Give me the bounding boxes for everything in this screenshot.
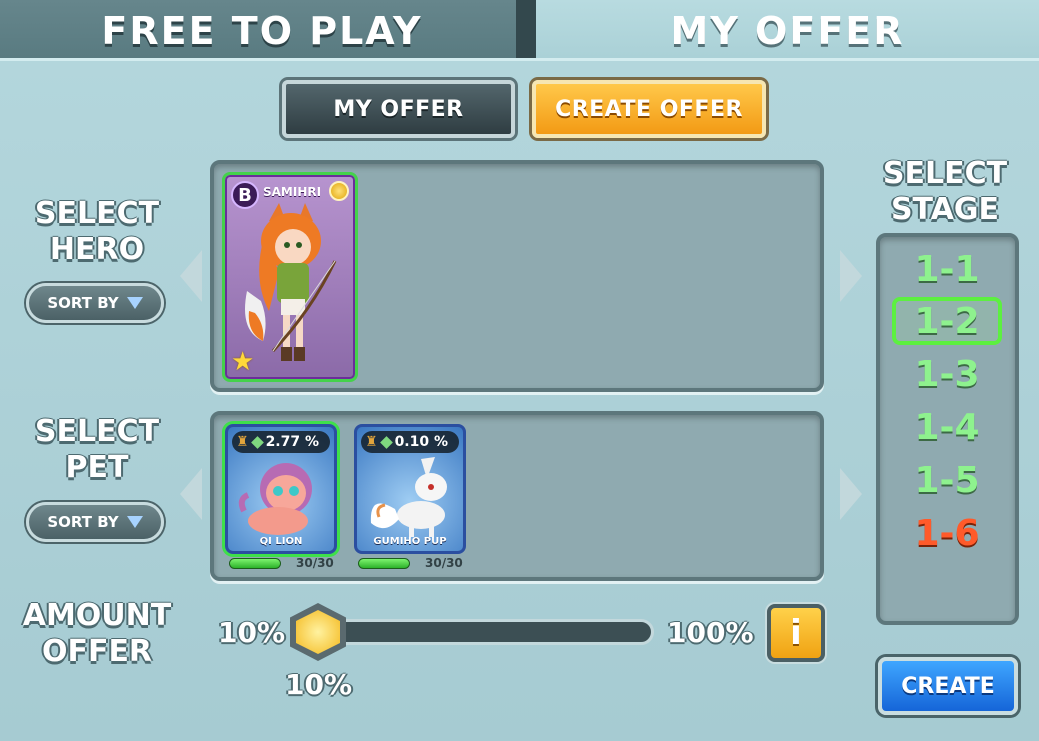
pet-count: 30/30 (425, 556, 463, 570)
amount-max-label: 100% (667, 616, 754, 649)
select-hero-label-line2: HERO (49, 232, 145, 267)
create-offer-button[interactable]: CREATE OFFER (532, 80, 766, 138)
tab-my-offer[interactable]: MY OFFER (536, 0, 1039, 62)
select-stage-label: SELECT STAGE (870, 156, 1020, 228)
hero-sort-button[interactable]: SORT BY (26, 283, 164, 323)
hero-name: SAMIHRI (263, 185, 322, 199)
pet-sort-button[interactable]: SORT BY (26, 502, 164, 542)
gem-icon (250, 435, 264, 449)
stage-item[interactable]: 1-4 (892, 403, 1002, 451)
chevron-down-icon (126, 516, 143, 528)
select-pet-label-line1: SELECT (34, 414, 160, 449)
pet-level-bar (358, 558, 410, 569)
fox-archer-portrait-icon (245, 203, 337, 361)
amount-current-label: 10% (285, 668, 353, 701)
gem-icon (379, 435, 393, 449)
lion-portrait-icon (238, 463, 312, 535)
pet-level-bar (229, 558, 281, 569)
pet-next-arrow-icon[interactable] (840, 468, 862, 520)
pet-percent: 2.77 % (265, 434, 320, 450)
star-icon: ★ (231, 347, 255, 377)
pet-name: GUMIHO PUP (373, 536, 447, 547)
my-offer-button[interactable]: MY OFFER (282, 80, 515, 138)
pet-count: 30/30 (296, 556, 334, 570)
stage-item-selected[interactable]: 1-2 (892, 297, 1002, 345)
hero-prev-arrow-icon[interactable] (180, 250, 202, 302)
amount-offer-label-line2: OFFER (41, 634, 153, 669)
pet-sort-label: SORT BY (47, 513, 119, 531)
select-hero-label: SELECT HERO (22, 196, 172, 268)
stage-item[interactable]: 1-5 (892, 456, 1002, 504)
stage-item[interactable]: 1-3 (892, 350, 1002, 398)
tower-icon: ♜ (236, 434, 249, 450)
pet-prev-arrow-icon[interactable] (180, 468, 202, 520)
pet-name: QI LION (259, 536, 303, 547)
amount-min-label: 10% (218, 616, 286, 649)
hero-card[interactable]: B SAMIHRI ★ (222, 172, 358, 382)
stage-item[interactable]: 1-1 (892, 245, 1002, 293)
tab-free-to-play[interactable]: FREE TO PLAY (0, 0, 530, 62)
hero-next-arrow-icon[interactable] (840, 250, 862, 302)
info-button[interactable]: i (767, 604, 825, 662)
fox-pup-portrait-icon (370, 457, 447, 537)
pet-card-gumiho-pup[interactable]: ♜ 0.10 % GUMIHO PUP (354, 424, 466, 554)
create-button[interactable]: CREATE (878, 657, 1018, 715)
pet-stat-bar: ♜ 2.77 % (232, 431, 330, 453)
select-stage-label-line2: STAGE (890, 192, 1000, 227)
pet-stat-bar: ♜ 0.10 % (361, 431, 459, 453)
coin-icon (329, 181, 349, 201)
select-pet-label-line2: PET (65, 450, 129, 485)
select-stage-label-line1: SELECT (882, 156, 1008, 191)
amount-offer-label: AMOUNT OFFER (18, 598, 176, 670)
amount-slider-track[interactable] (318, 619, 654, 645)
select-pet-label: SELECT PET (22, 414, 172, 486)
select-hero-label-line1: SELECT (34, 196, 160, 231)
amount-offer-label-line1: AMOUNT (22, 598, 172, 633)
pet-card-qi-lion[interactable]: ♜ 2.77 % QI LION (225, 424, 337, 554)
hero-sort-label: SORT BY (47, 294, 119, 312)
stage-item-locked[interactable]: 1-6 (892, 509, 1002, 557)
pet-percent: 0.10 % (394, 434, 449, 450)
tower-icon: ♜ (365, 434, 378, 450)
chevron-down-icon (126, 297, 143, 309)
